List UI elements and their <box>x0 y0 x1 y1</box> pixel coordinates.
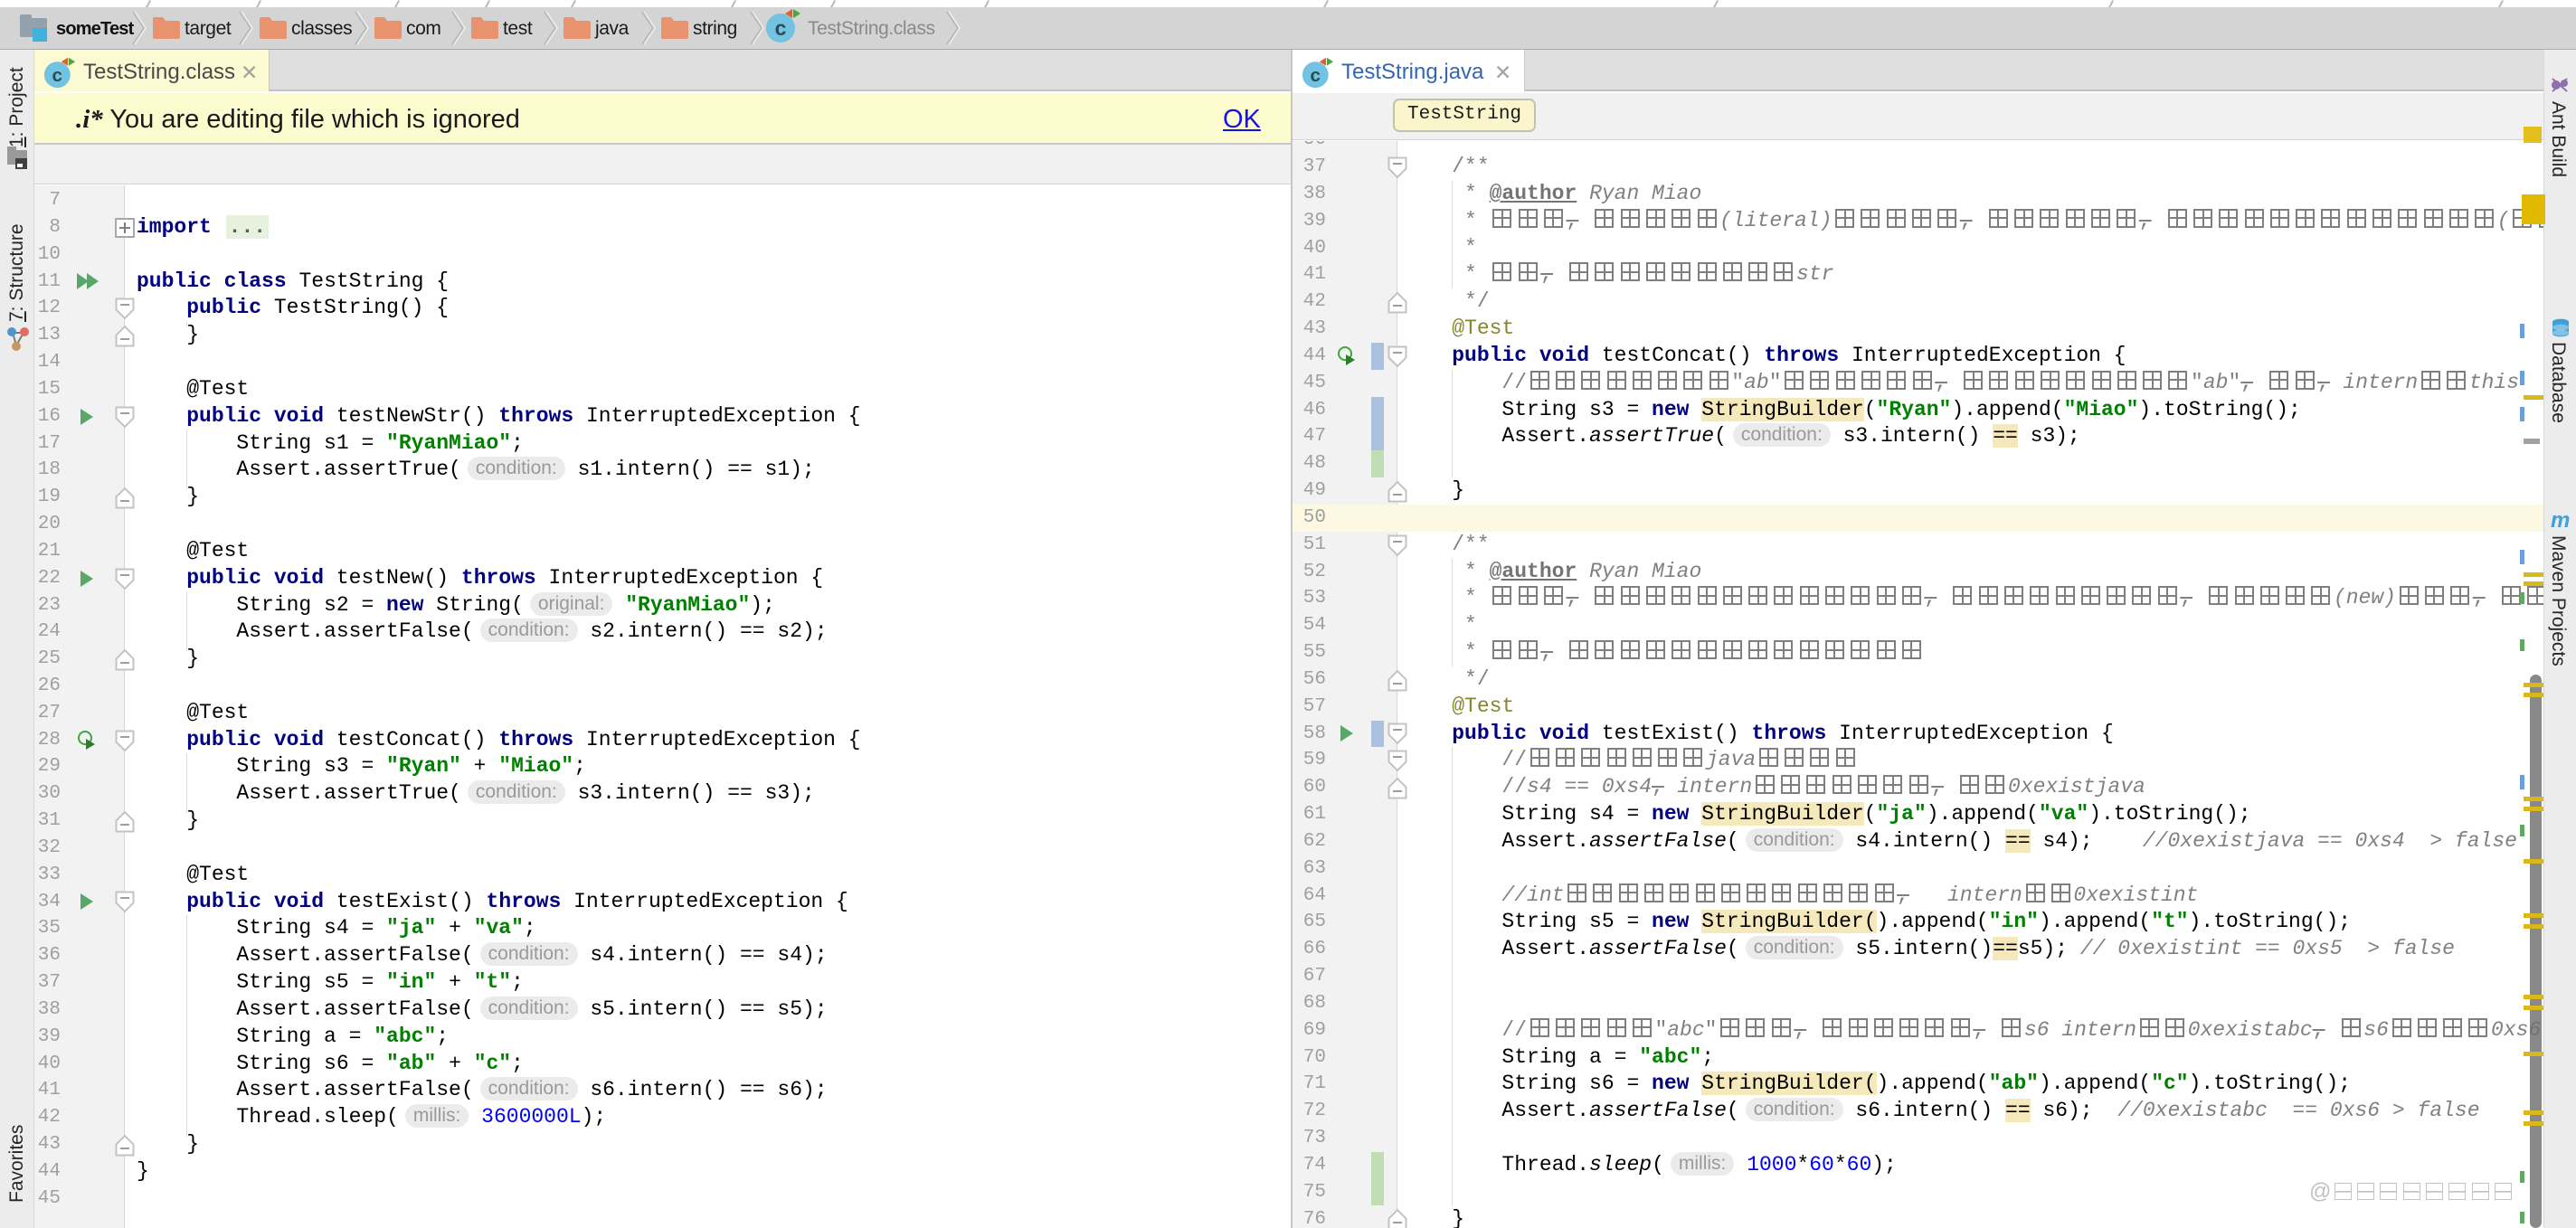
svg-text:c: c <box>775 16 787 40</box>
svg-text:c: c <box>1311 65 1321 86</box>
svg-text:c: c <box>52 65 63 86</box>
